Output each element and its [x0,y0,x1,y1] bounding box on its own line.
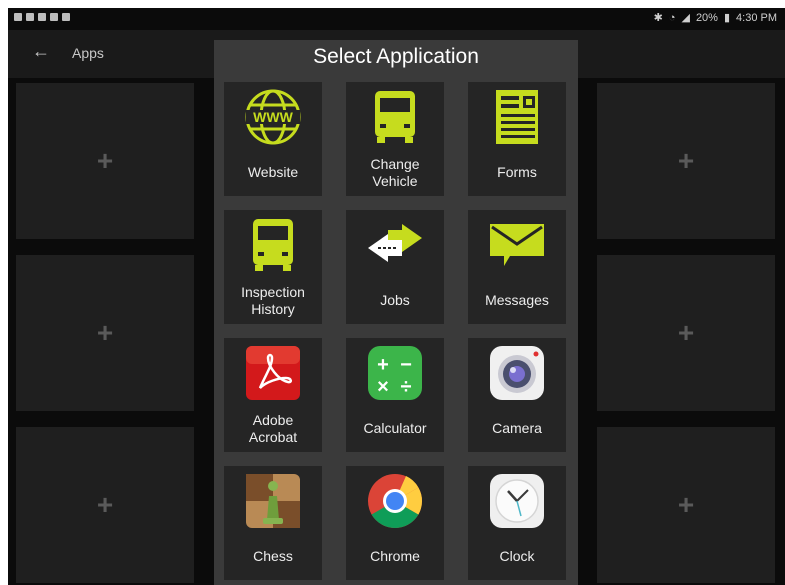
plus-icon: + [96,145,114,176]
app-change-vehicle[interactable]: Change Vehicle [346,82,444,196]
svg-text:×: × [377,376,389,398]
plus-icon: + [96,317,114,348]
app-inspection-history[interactable]: Inspection History [224,210,322,324]
app-label: Adobe Acrobat [248,412,298,445]
plus-icon: + [96,489,114,520]
app-label: Chrome [370,548,420,564]
app-calculator[interactable]: + − × ÷ Calculator [346,338,444,452]
empty-app-slot[interactable]: + [16,83,194,239]
app-chrome[interactable]: Chrome [346,466,444,580]
chess-icon [244,472,302,530]
empty-app-slot[interactable]: + [597,255,775,411]
clock-icon [488,472,546,530]
app-forms[interactable]: Forms [468,82,566,196]
app-label: Chess [253,548,293,564]
status-indicators: ✱ ◔ ◢ 20% ▮ 4:30 PM [653,11,777,25]
chrome-icon [366,472,424,530]
page-title: Apps [72,45,104,61]
app-label: Clock [499,548,535,564]
app-camera[interactable]: Camera [468,338,566,452]
app-label: Jobs [380,292,410,308]
bluetooth-icon: ✱ [653,12,663,24]
svg-text:+: + [377,354,389,376]
clock-time: 4:30 PM [736,11,777,24]
dialog-title: Select Application [313,45,479,68]
globe-www-icon: WWW [244,88,302,146]
camera-icon [488,344,546,402]
plus-icon: + [677,489,695,520]
back-arrow-icon[interactable]: ← [32,41,50,62]
calculator-icon: + − × ÷ [366,344,424,402]
notification-icon [62,13,70,21]
empty-app-slot[interactable]: + [16,427,194,583]
app-website[interactable]: WWW Website [224,82,322,196]
app-label: Messages [485,292,549,308]
svg-text:−: − [400,354,412,376]
app-messages[interactable]: Messages [468,210,566,324]
signal-icon: ◢ [681,12,690,24]
truck-history-icon [244,216,302,274]
battery-icon: ▮ [723,12,731,24]
form-document-icon [488,88,546,146]
app-clock[interactable]: Clock [468,466,566,580]
app-label: Calculator [363,420,427,436]
svg-text:÷: ÷ [401,376,412,398]
battery-percent: 20% [695,11,718,24]
empty-app-slot[interactable]: + [597,427,775,583]
app-label: Change Vehicle [370,156,420,189]
notification-icon [38,13,46,21]
empty-app-slot[interactable]: + [16,255,194,411]
plus-icon: + [677,317,695,348]
device-screen: ✱ ◔ ◢ 20% ▮ 4:30 PM ← Apps + + + + + + S… [8,8,785,585]
app-label: Forms [497,164,537,180]
envelope-icon [488,216,546,274]
app-label: Website [247,164,299,180]
app-adobe-acrobat[interactable]: Adobe Acrobat [224,338,322,452]
notification-icon [50,13,58,21]
status-bar: ✱ ◔ ◢ 20% ▮ 4:30 PM [8,8,785,28]
select-application-dialog: Select Application WWW Website Change Ve… [214,40,578,585]
plus-icon: + [677,145,695,176]
app-jobs[interactable]: Jobs [346,210,444,324]
app-label: Camera [492,420,542,436]
arrows-swap-icon [366,216,424,274]
empty-app-slot[interactable]: + [597,83,775,239]
notification-icon [14,13,22,21]
notification-icon [26,13,34,21]
svg-text:WWW: WWW [253,109,293,125]
truck-icon [366,88,424,146]
app-chess[interactable]: Chess [224,466,322,580]
wifi-icon: ◔ [668,11,676,24]
app-label: Inspection History [241,284,305,317]
notification-icons [14,13,70,21]
acrobat-icon [244,344,302,402]
